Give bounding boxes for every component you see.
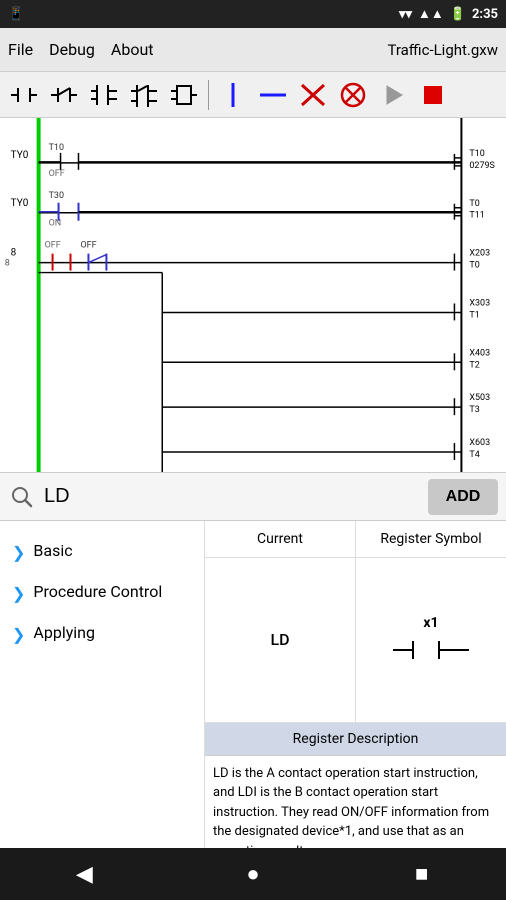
add-button[interactable]: ADD bbox=[428, 479, 498, 515]
svg-text:8: 8 bbox=[5, 259, 10, 269]
procedure-control-label: Procedure Control bbox=[33, 582, 162, 603]
home-button[interactable]: ● bbox=[228, 854, 278, 894]
symbol-cell: x1 bbox=[356, 558, 506, 722]
svg-text:X603: X603 bbox=[469, 438, 490, 448]
menu-bar: File Debug About Traffic-Light.gxw bbox=[0, 28, 506, 72]
svg-text:0279S: 0279S bbox=[469, 161, 495, 171]
signal-icon: ▲▲ bbox=[418, 6, 444, 22]
symbol-header: Register Symbol bbox=[356, 521, 506, 557]
svg-text:T1: T1 bbox=[469, 310, 479, 320]
menu-debug[interactable]: Debug bbox=[49, 40, 95, 59]
phone-icon: 📱 bbox=[8, 7, 24, 22]
register-panel: Current Register Symbol LD x1 Register D… bbox=[205, 521, 506, 869]
basic-arrow-icon: ❯ bbox=[12, 543, 25, 562]
svg-text:T0: T0 bbox=[469, 199, 479, 209]
status-right: ▾▾ ▲▲ 🔋 2:35 bbox=[399, 6, 498, 22]
svg-text:OFF: OFF bbox=[45, 241, 61, 251]
category-applying[interactable]: ❯ Applying bbox=[0, 613, 204, 654]
svg-text:T11: T11 bbox=[469, 211, 484, 221]
svg-text:ON: ON bbox=[49, 219, 62, 229]
contact-parallel-no-icon[interactable] bbox=[86, 77, 122, 113]
svg-text:T10: T10 bbox=[469, 149, 484, 159]
back-button[interactable]: ◀ bbox=[59, 854, 109, 894]
ladder-diagram: TY0 T10 OFF T10 0279S TY0 T30 ON T0 T11 … bbox=[0, 118, 506, 473]
symbol-container: x1 bbox=[391, 615, 471, 665]
time-display: 2:35 bbox=[472, 7, 498, 22]
search-icon bbox=[8, 483, 36, 511]
menu-file[interactable]: File bbox=[8, 40, 33, 59]
horizontal-line-icon[interactable] bbox=[255, 77, 291, 113]
svg-text:T2: T2 bbox=[469, 360, 479, 370]
svg-text:X203: X203 bbox=[469, 249, 490, 259]
status-bar: 📱 ▾▾ ▲▲ 🔋 2:35 bbox=[0, 0, 506, 28]
nav-bar: ◀ ● ■ bbox=[0, 848, 506, 900]
svg-text:T10: T10 bbox=[49, 143, 64, 153]
svg-text:T4: T4 bbox=[469, 450, 479, 460]
function-block-icon[interactable] bbox=[166, 77, 202, 113]
register-description-header: Register Description bbox=[205, 723, 506, 756]
svg-text:T30: T30 bbox=[49, 191, 64, 201]
svg-text:8: 8 bbox=[11, 248, 17, 259]
file-title: Traffic-Light.gxw bbox=[387, 41, 498, 59]
svg-text:TY0: TY0 bbox=[11, 150, 29, 161]
symbol-x1-label: x1 bbox=[423, 615, 438, 631]
svg-text:T3: T3 bbox=[469, 405, 479, 415]
vertical-line-icon[interactable] bbox=[215, 77, 251, 113]
category-basic[interactable]: ❯ Basic bbox=[0, 531, 204, 572]
applying-label: Applying bbox=[33, 623, 95, 644]
current-header: Current bbox=[205, 521, 356, 557]
delete-x2-icon[interactable] bbox=[335, 77, 371, 113]
search-input[interactable] bbox=[44, 480, 420, 514]
status-left: 📱 bbox=[8, 7, 24, 22]
svg-text:T0: T0 bbox=[469, 261, 479, 271]
recent-button[interactable]: ■ bbox=[397, 854, 447, 894]
toolbar-separator-1 bbox=[208, 80, 209, 110]
register-header: Current Register Symbol bbox=[205, 521, 506, 558]
svg-text:OFF: OFF bbox=[49, 169, 65, 179]
delete-x1-icon[interactable] bbox=[295, 77, 331, 113]
svg-text:X303: X303 bbox=[469, 298, 490, 308]
svg-text:TY0: TY0 bbox=[11, 198, 29, 209]
contact-symbol-svg bbox=[391, 635, 471, 665]
svg-text:OFF: OFF bbox=[80, 241, 96, 251]
toolbar bbox=[0, 72, 506, 118]
category-procedure-control[interactable]: ❯ Procedure Control bbox=[0, 572, 204, 613]
bottom-panel: ❯ Basic ❯ Procedure Control ❯ Applying C… bbox=[0, 521, 506, 869]
wifi-icon: ▾▾ bbox=[399, 7, 412, 22]
basic-label: Basic bbox=[33, 541, 72, 562]
contact-nc-icon[interactable] bbox=[46, 77, 82, 113]
categories-list: ❯ Basic ❯ Procedure Control ❯ Applying bbox=[0, 521, 205, 869]
applying-arrow-icon: ❯ bbox=[12, 625, 25, 644]
contact-no-icon[interactable] bbox=[6, 77, 42, 113]
register-row: LD x1 bbox=[205, 558, 506, 723]
stop-icon[interactable] bbox=[415, 77, 451, 113]
contact-parallel-nc-icon[interactable] bbox=[126, 77, 162, 113]
battery-icon: 🔋 bbox=[450, 7, 466, 22]
search-bar: ADD bbox=[0, 473, 506, 521]
menu-about[interactable]: About bbox=[111, 40, 154, 59]
svg-text:X503: X503 bbox=[469, 393, 490, 403]
procedure-control-arrow-icon: ❯ bbox=[12, 584, 25, 603]
play-icon[interactable] bbox=[375, 77, 411, 113]
current-value-cell: LD bbox=[205, 558, 356, 722]
svg-text:X403: X403 bbox=[469, 348, 490, 358]
